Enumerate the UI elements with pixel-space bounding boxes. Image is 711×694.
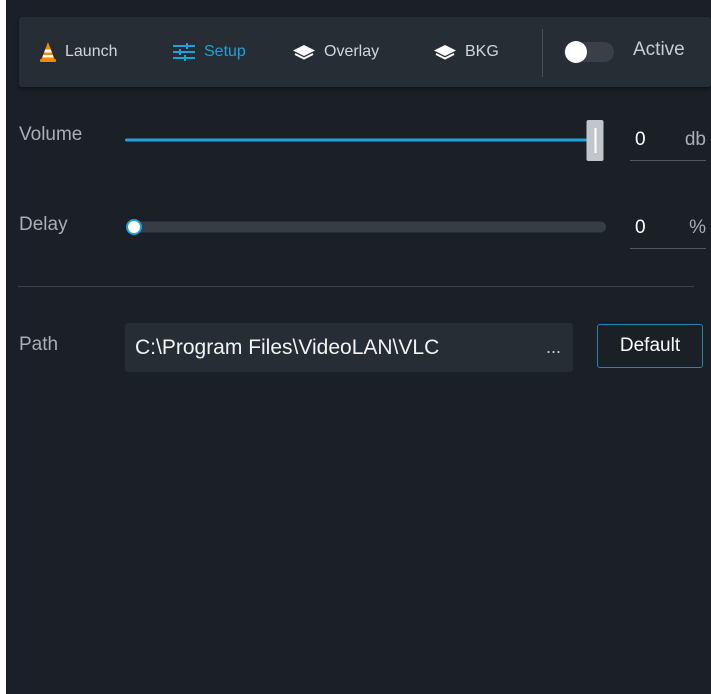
default-button[interactable]: Default xyxy=(597,324,703,368)
path-label: Path xyxy=(19,334,59,355)
volume-value: 0 xyxy=(635,129,646,150)
volume-unit: db xyxy=(684,129,706,150)
layers-icon xyxy=(292,44,316,60)
layers-stack-icon xyxy=(433,44,457,60)
tab-bkg-label: BKG xyxy=(465,43,499,60)
delay-value-field[interactable]: 0 % xyxy=(630,208,706,249)
toggle-knob xyxy=(565,41,587,63)
delay-value: 0 xyxy=(635,217,646,238)
delay-slider-thumb[interactable] xyxy=(126,219,142,235)
settings-panel: Launch Setup Overlay BKG Active Volume 0… xyxy=(6,0,711,694)
section-divider xyxy=(18,286,694,287)
toolbar: Launch Setup Overlay BKG Active xyxy=(19,17,711,87)
sliders-icon xyxy=(172,42,196,62)
volume-label: Volume xyxy=(19,124,83,145)
tab-launch-label: Launch xyxy=(65,43,118,60)
volume-slider-thumb[interactable] xyxy=(586,120,604,161)
delay-label: Delay xyxy=(19,214,68,235)
delay-slider[interactable] xyxy=(134,217,606,237)
path-value: C:\Program Files\VideoLAN\VLC xyxy=(135,336,440,359)
volume-value-field[interactable]: 0 db xyxy=(630,120,706,161)
tab-bkg[interactable]: BKG xyxy=(433,39,499,65)
toolbar-separator xyxy=(542,29,543,77)
active-toggle-label: Active xyxy=(633,39,685,60)
delay-slider-track xyxy=(134,221,606,233)
tab-launch[interactable]: Launch xyxy=(39,39,118,65)
browse-button[interactable]: ... xyxy=(546,337,561,358)
volume-slider[interactable] xyxy=(125,130,595,150)
vlc-cone-icon xyxy=(39,41,57,63)
delay-unit: % xyxy=(689,217,706,238)
tab-setup[interactable]: Setup xyxy=(172,39,246,65)
tab-overlay-label: Overlay xyxy=(324,43,380,60)
tab-overlay[interactable]: Overlay xyxy=(292,39,379,65)
tab-setup-label: Setup xyxy=(204,43,246,60)
path-input[interactable]: C:\Program Files\VideoLAN\VLC ... xyxy=(125,323,573,372)
active-toggle[interactable] xyxy=(564,41,614,63)
volume-slider-fill xyxy=(125,138,595,142)
